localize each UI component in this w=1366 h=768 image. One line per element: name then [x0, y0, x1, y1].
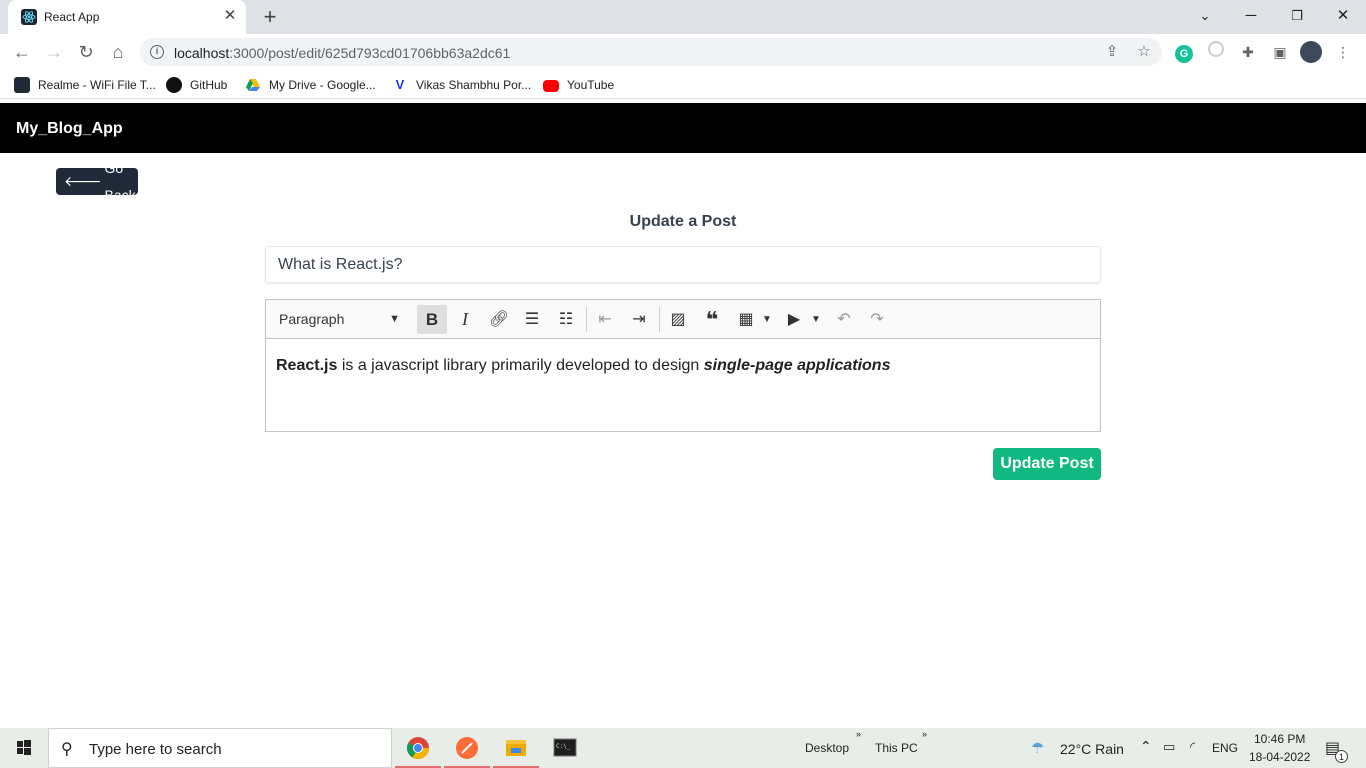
browser-toolbar: ← → ↻ ⌂ i localhost:3000/post/edit/625d7… [0, 34, 1366, 70]
back-icon[interactable]: ← [10, 40, 34, 64]
reload-icon[interactable]: ↻ [74, 40, 98, 64]
tab-search-icon[interactable]: ⌄ [1193, 6, 1217, 26]
update-post-button[interactable]: Update Post [993, 448, 1101, 480]
go-back-button[interactable]: 🡐 Go Back [56, 160, 138, 203]
indent-icon[interactable]: ⇥ [624, 305, 654, 334]
svg-text:C:\_: C:\_ [556, 743, 571, 750]
bookmark-vikas[interactable]: V Vikas Shambhu Por... [392, 76, 532, 94]
desktop-toolbar-label[interactable]: Desktop [805, 741, 849, 755]
site-info-icon[interactable]: i [150, 45, 164, 59]
new-tab-button[interactable]: + [258, 6, 282, 28]
toolbar-separator [586, 307, 587, 332]
chevron-double-right-icon[interactable]: » [922, 729, 927, 739]
close-window-icon[interactable]: ✕ [1331, 6, 1355, 26]
profile-avatar[interactable] [1300, 41, 1322, 63]
close-tab-icon[interactable]: ✕ [222, 8, 238, 24]
bookmark-my-drive[interactable]: My Drive - Google... [245, 76, 376, 94]
bold-text: React.js [276, 357, 338, 374]
post-title-input[interactable]: What is React.js? [265, 246, 1101, 283]
chrome-taskbar-icon[interactable] [395, 728, 441, 768]
arrow-left-icon: 🡐 [64, 173, 102, 189]
grammarly-icon[interactable]: G [1173, 41, 1195, 63]
search-icon: ⚲ [61, 741, 73, 758]
bold-italic-text: single-page applications [703, 357, 891, 374]
v-logo-icon: V [395, 77, 405, 92]
link-icon[interactable]: 🔗︎ [484, 305, 514, 334]
notification-badge: 1 [1335, 750, 1348, 763]
puzzle-extensions-icon[interactable]: ✚ [1237, 41, 1259, 63]
chevron-down-icon[interactable]: ▼ [762, 305, 772, 334]
restore-icon[interactable]: ❐ [1285, 6, 1309, 26]
wifi-icon[interactable]: ◜ [1190, 739, 1195, 755]
github-icon [166, 77, 182, 93]
redo-icon[interactable]: ↷ [862, 305, 892, 334]
toolbar-separator [659, 307, 660, 332]
insert-image-icon[interactable]: ▨ [663, 305, 693, 334]
tab-title: React App [44, 10, 100, 24]
insert-media-icon[interactable]: ▶ [779, 305, 809, 334]
react-icon [21, 9, 37, 25]
block-quote-icon[interactable]: ❝ [697, 305, 727, 334]
outdent-icon[interactable]: ⇤ [590, 305, 620, 334]
youtube-icon [543, 80, 559, 92]
clock-date[interactable]: 18-04-2022 [1249, 750, 1310, 764]
taskbar-search-input[interactable]: ⚲ Type here to search [48, 728, 392, 768]
minimize-icon[interactable]: ─ [1239, 6, 1263, 26]
chevron-up-icon[interactable]: ⌃ [1140, 738, 1152, 755]
bookmark-star-icon[interactable]: ☆ [1134, 42, 1154, 62]
bold-icon[interactable]: B [417, 305, 447, 334]
postman-taskbar-icon[interactable] [444, 728, 490, 768]
app-navbar: My_Blog_App [0, 103, 1366, 153]
thispc-toolbar-label[interactable]: This PC [875, 741, 918, 755]
forward-icon[interactable]: → [42, 40, 66, 64]
rich-text-editor: Paragraph ▼ B I 🔗︎ ☰ ☷ ⇤ ⇥ ▨ ❝ ▦ ▼ ▶ ▼ ↶… [265, 299, 1101, 432]
url-text: localhost:3000/post/edit/625d793cd01706b… [174, 45, 511, 61]
weather-text[interactable]: 22°C Rain [1060, 741, 1124, 757]
windows-taskbar: ⚲ Type here to search C:\_ Desktop » Thi… [0, 728, 1366, 768]
insert-table-icon[interactable]: ▦ [731, 305, 761, 334]
block-format-dropdown[interactable]: Paragraph ▼ [270, 305, 406, 333]
battery-icon[interactable]: ▭ [1163, 739, 1175, 755]
windows-start-icon[interactable] [0, 728, 48, 768]
language-indicator[interactable]: ENG [1212, 741, 1238, 755]
chevron-down-icon[interactable]: ▼ [811, 305, 821, 334]
clock-time[interactable]: 10:46 PM [1254, 732, 1305, 746]
file-explorer-taskbar-icon[interactable] [493, 728, 539, 768]
chevron-double-right-icon[interactable]: » [856, 729, 861, 739]
brand-logo[interactable]: My_Blog_App [16, 120, 123, 138]
bookmark-realme[interactable]: Realme - WiFi File T... [14, 76, 156, 94]
chevron-down-icon: ▼ [389, 313, 400, 325]
share-icon[interactable]: ⇪ [1102, 42, 1122, 62]
side-panel-icon[interactable]: ▣ [1269, 41, 1291, 63]
google-drive-icon [245, 77, 261, 93]
italic-icon[interactable]: I [450, 305, 480, 334]
weather-rain-icon: ☂ [1031, 740, 1045, 757]
plain-text: is a javascript library primarily develo… [337, 357, 704, 374]
terminal-taskbar-icon[interactable]: C:\_ [542, 728, 588, 768]
bulleted-list-icon[interactable]: ☰ [517, 305, 547, 334]
page-title: Update a Post [629, 213, 737, 230]
bookmarks-bar: Realme - WiFi File T... GitHub My Drive … [0, 70, 1366, 99]
bookmark-github[interactable]: GitHub [166, 76, 227, 94]
numbered-list-icon[interactable]: ☷ [551, 305, 581, 334]
wifi-file-icon [14, 77, 30, 93]
undo-icon[interactable]: ↶ [829, 305, 859, 334]
extension-icon[interactable] [1205, 41, 1227, 63]
tab-strip: React App ✕ + ⌄ ─ ❐ ✕ [0, 0, 1366, 34]
home-icon[interactable]: ⌂ [106, 40, 130, 64]
browser-tab[interactable]: React App ✕ [8, 0, 246, 34]
editor-toolbar: Paragraph ▼ B I 🔗︎ ☰ ☷ ⇤ ⇥ ▨ ❝ ▦ ▼ ▶ ▼ ↶… [266, 300, 1100, 339]
address-bar[interactable]: i localhost:3000/post/edit/625d793cd0170… [140, 38, 1162, 66]
bookmark-youtube[interactable]: YouTube [543, 76, 614, 94]
editor-content[interactable]: React.js is a javascript library primari… [276, 357, 890, 375]
menu-kebab-icon[interactable]: ⋮ [1332, 41, 1354, 63]
